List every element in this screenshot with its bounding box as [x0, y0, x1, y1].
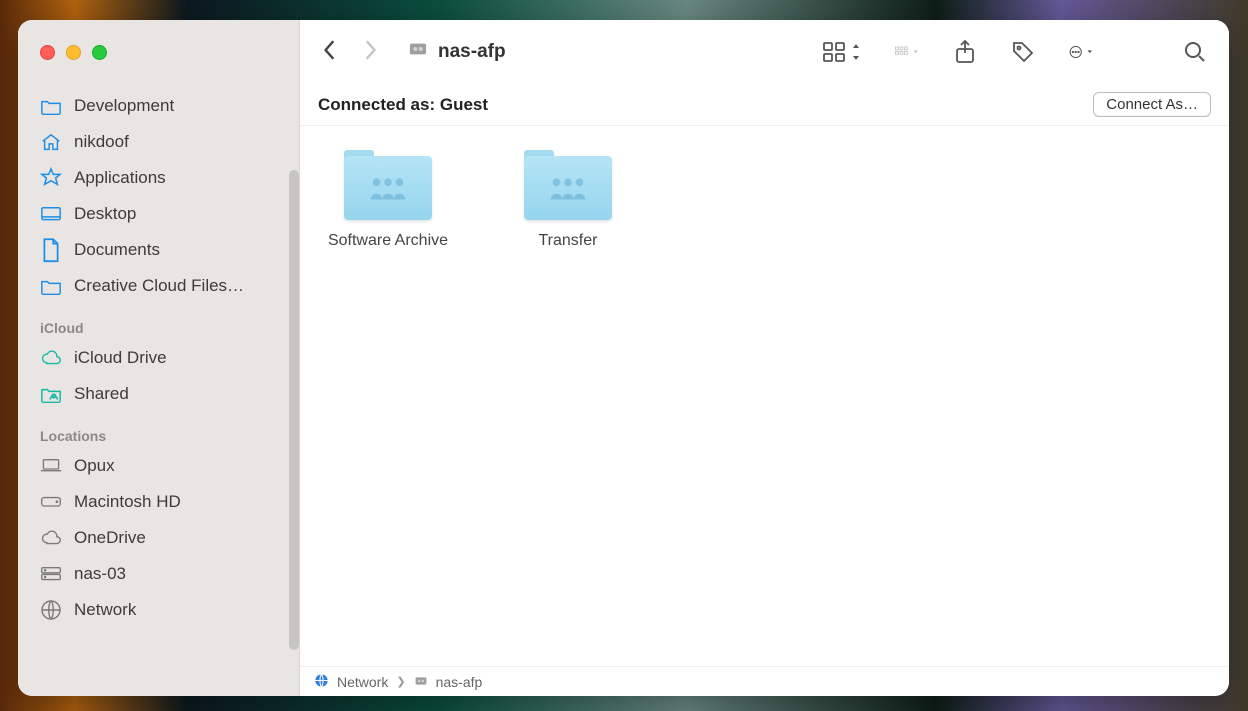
desktop-icon [40, 204, 62, 224]
sidebar-item-label: Applications [74, 168, 166, 188]
sidebar-item-onedrive[interactable]: OneDrive [38, 524, 287, 552]
laptop-icon [40, 456, 62, 476]
sidebar-item-applications[interactable]: Applications [38, 164, 287, 192]
folder-content[interactable]: Software Archive Transfer [300, 126, 1229, 666]
sidebar-item-label: Network [74, 600, 136, 620]
toolbar: nas-afp [300, 20, 1229, 84]
close-window-button[interactable] [40, 45, 55, 60]
back-button[interactable] [322, 39, 338, 66]
sidebar-item-nas03[interactable]: nas-03 [38, 560, 287, 588]
sidebar-section-locations: Locations [40, 428, 287, 444]
minimize-window-button[interactable] [66, 45, 81, 60]
title-text: nas-afp [438, 41, 506, 63]
sidebar-section-icloud: iCloud [40, 320, 287, 336]
path-segment-current[interactable]: nas-afp [436, 674, 483, 690]
tags-button[interactable] [1011, 40, 1035, 64]
folder-icon [40, 96, 62, 116]
view-mode-button[interactable] [823, 42, 861, 62]
sidebar-item-label: nikdoof [74, 132, 129, 152]
chevron-right-icon: ❯ [396, 675, 405, 688]
folder-label: Transfer [500, 232, 636, 250]
cloud-icon [40, 528, 62, 548]
connect-as-button[interactable]: Connect As… [1093, 92, 1211, 117]
sidebar-item-home[interactable]: nikdoof [38, 128, 287, 156]
chevron-updown-icon [851, 44, 861, 60]
sidebar-item-label: Development [74, 96, 174, 116]
sidebar: Development nikdoof Applications Desktop… [18, 20, 300, 696]
document-icon [40, 240, 62, 260]
group-by-button[interactable] [895, 40, 919, 64]
sidebar-item-label: Macintosh HD [74, 492, 181, 512]
sidebar-item-macintosh-hd[interactable]: Macintosh HD [38, 488, 287, 516]
folder-label: Software Archive [320, 232, 456, 250]
sidebar-item-shared[interactable]: Shared [38, 380, 287, 408]
share-button[interactable] [953, 40, 977, 64]
sidebar-item-icloud-drive[interactable]: iCloud Drive [38, 344, 287, 372]
sidebar-item-documents[interactable]: Documents [38, 236, 287, 264]
sidebar-item-label: Documents [74, 240, 160, 260]
window-title: nas-afp [408, 40, 506, 64]
sidebar-scrollbar[interactable] [289, 170, 299, 650]
zoom-window-button[interactable] [92, 45, 107, 60]
shared-folder-icon [40, 384, 62, 404]
cloud-icon [40, 348, 62, 368]
folder-item-software-archive[interactable]: Software Archive [320, 150, 456, 250]
server-icon [40, 564, 62, 584]
folder-item-transfer[interactable]: Transfer [500, 150, 636, 250]
main-area: nas-afp [300, 20, 1229, 696]
window-controls [18, 20, 299, 84]
sidebar-item-label: OneDrive [74, 528, 146, 548]
sidebar-item-opux[interactable]: Opux [38, 452, 287, 480]
path-bar: Network ❯ nas-afp [300, 666, 1229, 696]
connection-status-text: Connected as: Guest [318, 95, 488, 115]
path-segment-network[interactable]: Network [337, 674, 388, 690]
chevron-down-icon [1087, 48, 1093, 56]
sidebar-item-label: nas-03 [74, 564, 126, 584]
connection-info-bar: Connected as: Guest Connect As… [300, 84, 1229, 126]
sidebar-item-development[interactable]: Development [38, 92, 287, 120]
applications-icon [40, 168, 62, 188]
sidebar-item-label: Creative Cloud Files… [74, 276, 244, 296]
sidebar-content: Development nikdoof Applications Desktop… [18, 84, 299, 696]
sidebar-item-creative-cloud[interactable]: Creative Cloud Files… [38, 272, 287, 300]
network-share-icon [414, 674, 428, 690]
sidebar-item-label: Shared [74, 384, 129, 404]
forward-button[interactable] [362, 39, 378, 66]
network-icon [314, 673, 329, 691]
shared-folder-icon [344, 150, 432, 220]
chevron-down-icon [913, 48, 919, 56]
folder-icon [40, 276, 62, 296]
shared-folder-icon [524, 150, 612, 220]
network-icon [40, 600, 62, 620]
sidebar-item-label: iCloud Drive [74, 348, 167, 368]
sidebar-item-desktop[interactable]: Desktop [38, 200, 287, 228]
sidebar-item-network[interactable]: Network [38, 596, 287, 624]
sidebar-item-label: Desktop [74, 204, 136, 224]
finder-window: Development nikdoof Applications Desktop… [18, 20, 1229, 696]
sidebar-item-label: Opux [74, 456, 115, 476]
search-button[interactable] [1183, 40, 1207, 64]
home-icon [40, 132, 62, 152]
hdd-icon [40, 492, 62, 512]
more-options-button[interactable] [1069, 40, 1093, 64]
network-share-icon [408, 40, 428, 64]
